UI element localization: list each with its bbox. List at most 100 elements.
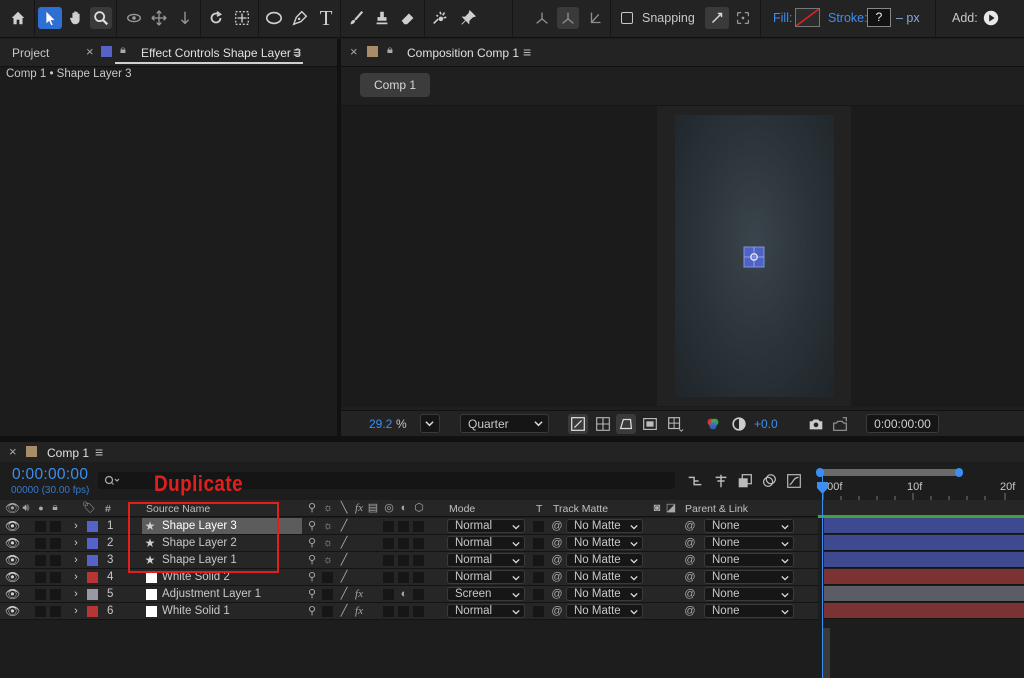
work-area-bar[interactable] (818, 469, 958, 476)
solo-box[interactable] (35, 521, 46, 532)
switch-box[interactable] (398, 572, 409, 583)
layer-row[interactable]: 👁︎ › 1 ★ Shape Layer 3 ⚲ ☼ ╱ Normal @ No… (0, 518, 818, 535)
mask-visibility-icon[interactable] (616, 414, 636, 434)
quality-switch-icon[interactable]: ╱ (338, 520, 350, 532)
region-of-interest-icon[interactable] (640, 414, 660, 434)
adjustment-switch-icon[interactable]: ◐ (398, 502, 410, 514)
matte-pickwhip-icon[interactable]: @ (551, 571, 563, 583)
parent-pickwhip-icon[interactable]: @ (684, 520, 696, 532)
snapping-checkbox[interactable] (620, 7, 634, 29)
video-eye-icon[interactable]: 👁︎ (5, 502, 20, 514)
expand-chevron-icon[interactable]: › (70, 537, 82, 549)
parent-pickwhip-icon[interactable]: @ (684, 537, 696, 549)
lock-box[interactable] (50, 521, 61, 532)
solo-icon[interactable]: ● (35, 502, 47, 514)
lock-box[interactable] (50, 555, 61, 566)
collapse-switch-icon[interactable]: ☼ (322, 502, 334, 514)
zoom-value[interactable]: 29.2 (369, 417, 392, 431)
preserve-transparency-box[interactable] (533, 538, 544, 549)
layer-row[interactable]: 👁︎ › 5 Adjustment Layer 1 ⚲ ╱ fx ◐ Scree… (0, 586, 818, 603)
preserve-transparency-box[interactable] (533, 606, 544, 617)
motion-blur-icon[interactable] (758, 472, 780, 490)
layer-duration-bar[interactable] (824, 535, 1024, 551)
lock-icon[interactable]: 🔒︎ (387, 44, 393, 57)
rotate-tool-icon[interactable] (204, 7, 228, 29)
blend-mode-dropdown[interactable]: Screen (447, 587, 525, 601)
preserve-transparency-box[interactable] (533, 521, 544, 532)
parent-dropdown[interactable]: None (704, 519, 794, 533)
track-matte-dropdown[interactable]: No Matte (566, 604, 643, 618)
switch-box[interactable] (413, 606, 424, 617)
layer-row[interactable]: 👁︎ › 6 White Solid 1 ⚲ ╱ fx Normal @ No … (0, 603, 818, 620)
lock-box[interactable] (50, 572, 61, 583)
shy-switch-icon[interactable]: ⚲ (306, 520, 318, 532)
adjustment-layer-icon[interactable]: ◐ (398, 588, 410, 600)
lock-box[interactable] (50, 538, 61, 549)
axis-local-icon[interactable] (530, 7, 554, 29)
collapse-box[interactable] (322, 572, 333, 583)
comp-button[interactable]: Comp 1 (360, 73, 430, 97)
switch-box[interactable] (398, 555, 409, 566)
switch-box[interactable] (383, 606, 394, 617)
close-icon[interactable]: × (86, 44, 94, 59)
track-matte-dropdown[interactable]: No Matte (566, 519, 643, 533)
layer-row[interactable]: 👁︎ › 2 ★ Shape Layer 2 ⚲ ☼ ╱ Normal @ No… (0, 535, 818, 552)
layer-row[interactable]: 👁︎ › 3 ★ Shape Layer 1 ⚲ ☼ ╱ Normal @ No… (0, 552, 818, 569)
layer-label-swatch[interactable] (87, 555, 98, 566)
visibility-eye-icon[interactable]: 👁︎ (5, 605, 20, 617)
brush-tool-icon[interactable] (344, 7, 368, 29)
collapse-switch-icon[interactable]: ☼ (322, 554, 334, 566)
matte-pickwhip-icon[interactable]: @ (551, 537, 563, 549)
solo-box[interactable] (35, 555, 46, 566)
solo-box[interactable] (35, 589, 46, 600)
solo-box[interactable] (35, 538, 46, 549)
quality-switch-icon[interactable]: ╱ (338, 571, 350, 583)
anchor-tool-icon[interactable] (230, 7, 254, 29)
expand-chevron-icon[interactable]: › (70, 571, 82, 583)
solo-box[interactable] (35, 572, 46, 583)
channel-rgb-icon[interactable] (703, 414, 723, 434)
tab-project[interactable]: Project (12, 46, 49, 60)
visibility-eye-icon[interactable]: 👁︎ (5, 554, 20, 566)
switch-box[interactable] (413, 555, 424, 566)
pan-camera-icon[interactable] (148, 7, 170, 29)
switch-box[interactable] (413, 572, 424, 583)
layer-duration-bar[interactable] (824, 518, 1024, 534)
layer-name[interactable]: Adjustment Layer 1 (162, 586, 261, 602)
effects-switch-icon[interactable]: fx (353, 502, 365, 514)
parent-dropdown[interactable]: None (704, 587, 794, 601)
axis-world-icon[interactable] (557, 7, 579, 29)
roto-brush-icon[interactable] (428, 7, 452, 29)
quality-switch-icon[interactable]: ╲ (338, 502, 350, 514)
visibility-eye-icon[interactable]: 👁︎ (5, 520, 20, 532)
shy-switch-icon[interactable]: ⚲ (306, 571, 318, 583)
comp-flowchart-icon[interactable] (684, 472, 706, 490)
exposure-value[interactable]: +0.0 (754, 417, 778, 431)
stroke-swatch[interactable]: ? (867, 8, 891, 27)
3d-switch-icon[interactable]: ⬡ (413, 502, 425, 514)
visibility-eye-icon[interactable]: 👁︎ (5, 537, 20, 549)
tab-effect-controls[interactable]: Effect Controls Shape Layer 3 (141, 46, 301, 60)
track-matte-dropdown[interactable]: No Matte (566, 587, 643, 601)
shy-switch-icon[interactable]: ⚲ (306, 588, 318, 600)
parent-dropdown[interactable]: None (704, 536, 794, 550)
zoom-tool-icon[interactable] (90, 7, 112, 29)
quality-switch-icon[interactable]: ╱ (338, 554, 350, 566)
quality-switch-icon[interactable]: ╱ (338, 605, 350, 617)
effects-switch-icon[interactable]: fx (353, 605, 365, 617)
label-tag-icon[interactable]: 🏷︎ (82, 502, 96, 514)
stroke-width-value[interactable]: – px (896, 11, 920, 25)
parent-dropdown[interactable]: None (704, 570, 794, 584)
draft-3d-icon[interactable] (710, 472, 732, 490)
graph-editor-icon[interactable] (783, 472, 805, 490)
close-icon[interactable]: × (350, 44, 358, 59)
panel-menu-icon[interactable]: ≡ (293, 44, 301, 60)
clone-stamp-icon[interactable] (370, 7, 394, 29)
matte-invert-icon[interactable]: ◪ (665, 502, 677, 514)
visibility-eye-icon[interactable]: 👁︎ (5, 571, 20, 583)
quality-switch-icon[interactable]: ╱ (338, 588, 350, 600)
switch-box[interactable] (398, 606, 409, 617)
expand-chevron-icon[interactable]: › (70, 588, 82, 600)
shape-layer-bounding-box[interactable] (743, 246, 765, 268)
switch-box[interactable] (413, 589, 424, 600)
